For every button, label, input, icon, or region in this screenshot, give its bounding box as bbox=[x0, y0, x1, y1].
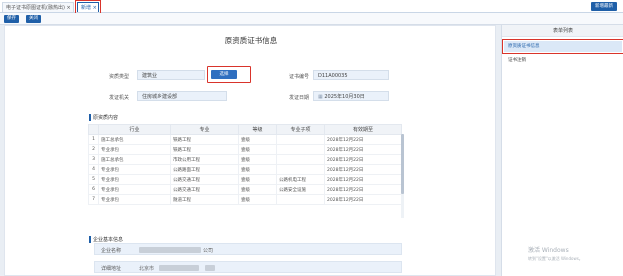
redacted-address bbox=[159, 265, 199, 271]
cell-valid-until: 2028年12月22日 bbox=[324, 184, 402, 195]
close-button[interactable]: 关闭 bbox=[26, 15, 41, 23]
row-index: 2 bbox=[88, 144, 99, 155]
row-index: 4 bbox=[88, 164, 99, 175]
table-row[interactable]: 4 专业承包 公路路面工程 壹级 2028年12月22日 bbox=[88, 164, 402, 175]
address-prefix: 北京市 bbox=[139, 266, 155, 272]
cell-subitem bbox=[276, 164, 325, 175]
cell-valid-until: 2028年12月22日 bbox=[324, 134, 402, 145]
cell-grade: 壹级 bbox=[238, 134, 277, 145]
row-index: 3 bbox=[88, 154, 99, 165]
col-specialty: 专业 bbox=[170, 124, 239, 135]
toolbar: 保存 关闭 bbox=[0, 13, 623, 25]
top-right-button[interactable]: 新增最新 bbox=[591, 2, 617, 11]
quals-section-title: 原资质内容 bbox=[89, 114, 118, 121]
col-industry: 行业 bbox=[98, 124, 171, 135]
cell-industry: 专业承包 bbox=[98, 174, 171, 185]
cell-specialty: 公路路面工程 bbox=[170, 164, 239, 175]
cell-specialty: 铁路工程 bbox=[170, 134, 239, 145]
issue-date-value: 2025年10月30日 bbox=[324, 94, 365, 100]
quals-table: 行业 专业 等级 专业子项 有效期至 1 施工总承包 铁路工程 壹级 2028年12月2… bbox=[88, 124, 402, 205]
tab-certificate[interactable]: 电子证书原图证机(融热出) × bbox=[2, 2, 74, 12]
cert-type-field[interactable]: 建筑业 bbox=[137, 70, 205, 80]
cell-subitem bbox=[276, 154, 325, 165]
address-label: 详细地址 bbox=[101, 266, 122, 272]
cell-subitem: 公路机电工程 bbox=[276, 174, 325, 185]
form-panel: 原资质证书信息 资质类型 建筑业 选择 证书编号 D11A00035 发证机关 … bbox=[4, 25, 496, 276]
row-index: 6 bbox=[88, 184, 99, 195]
col-grade: 等级 bbox=[238, 124, 277, 135]
cell-grade: 壹级 bbox=[238, 184, 277, 195]
col-subitem: 专业子项 bbox=[276, 124, 325, 135]
cert-no-field[interactable]: D11A00035 bbox=[313, 70, 389, 80]
cell-subitem bbox=[276, 134, 325, 145]
sidebar-title: 表单列表 bbox=[502, 25, 623, 37]
issuer-field[interactable]: 住房城乡建设部 bbox=[137, 91, 227, 101]
cell-subitem: 公路安全设施 bbox=[276, 184, 325, 195]
cell-subitem bbox=[276, 194, 325, 205]
select-button[interactable]: 选择 bbox=[211, 70, 237, 79]
col-index bbox=[88, 124, 99, 135]
table-row[interactable]: 2 专业承包 铁路工程 壹级 2028年12月22日 bbox=[88, 144, 402, 155]
cell-industry: 施工总承包 bbox=[98, 154, 171, 165]
cell-valid-until: 2028年12月22日 bbox=[324, 194, 402, 205]
cell-grade: 壹级 bbox=[238, 174, 277, 185]
redacted-address-2 bbox=[205, 265, 215, 271]
issue-date-field[interactable]: ▦ 2025年10月30日 bbox=[313, 91, 389, 101]
enterprise-name-label: 企业名称 bbox=[101, 248, 122, 254]
table-row[interactable]: 6 专业承包 公路交通工程 壹级 公路安全设施 2028年12月22日 bbox=[88, 184, 402, 195]
row-index: 1 bbox=[88, 134, 99, 145]
cell-valid-until: 2028年12月22日 bbox=[324, 174, 402, 185]
sidebar-item-original-cert[interactable]: 原资质证书信息 bbox=[502, 39, 623, 54]
issue-date-label: 发证日期 bbox=[289, 95, 310, 101]
row-index: 5 bbox=[88, 174, 99, 185]
cell-specialty: 公路交通工程 bbox=[170, 174, 239, 185]
cell-industry: 专业承包 bbox=[98, 164, 171, 175]
cell-specialty: 隧道工程 bbox=[170, 194, 239, 205]
cell-grade: 壹级 bbox=[238, 144, 277, 155]
sidebar-item-cert-cancel[interactable]: 证书注销 bbox=[504, 55, 622, 66]
table-row[interactable]: 1 施工总承包 铁路工程 壹级 2028年12月22日 bbox=[88, 134, 402, 145]
cell-industry: 专业承包 bbox=[98, 144, 171, 155]
cell-industry: 施工总承包 bbox=[98, 134, 171, 145]
address-row: 详细地址 北京市 bbox=[94, 261, 402, 273]
enterprise-name-suffix: 公司 bbox=[203, 248, 214, 254]
col-valid-until: 有效期至 bbox=[324, 124, 402, 135]
cell-valid-until: 2028年12月22日 bbox=[324, 144, 402, 155]
cell-grade: 壹级 bbox=[238, 164, 277, 175]
table-row[interactable]: 7 专业承包 隧道工程 壹级 2028年12月22日 bbox=[88, 194, 402, 205]
row-index: 7 bbox=[88, 194, 99, 205]
cell-grade: 壹级 bbox=[238, 194, 277, 205]
table-header-row: 行业 专业 等级 专业子项 有效期至 bbox=[88, 124, 402, 135]
cell-valid-until: 2028年12月22日 bbox=[324, 164, 402, 175]
cell-subitem bbox=[276, 144, 325, 155]
watermark-line1: 激活 Windows bbox=[528, 247, 569, 254]
cell-specialty: 铁路工程 bbox=[170, 144, 239, 155]
redacted-name bbox=[139, 247, 201, 253]
cell-industry: 专业承包 bbox=[98, 184, 171, 195]
cell-grade: 壹级 bbox=[238, 154, 277, 165]
cert-type-label: 资质类型 bbox=[109, 74, 130, 80]
table-row[interactable]: 3 施工总承包 市政公用工程 壹级 2028年12月22日 bbox=[88, 154, 402, 165]
cell-industry: 专业承包 bbox=[98, 194, 171, 205]
cell-specialty: 市政公用工程 bbox=[170, 154, 239, 165]
cell-valid-until: 2028年12月22日 bbox=[324, 154, 402, 165]
enterprise-section-title: 企业基本信息 bbox=[89, 236, 123, 243]
table-scrollbar[interactable] bbox=[401, 134, 404, 218]
page-title: 原资质证书信息 bbox=[224, 36, 278, 45]
scrollbar-thumb[interactable] bbox=[401, 134, 404, 194]
save-button[interactable]: 保存 bbox=[4, 15, 19, 23]
tab-bar: 电子证书原图证机(融热出) × 新增 × 新增最新 bbox=[0, 0, 623, 14]
enterprise-name-row: 企业名称 公司 bbox=[94, 243, 402, 255]
form-list-sidebar: 表单列表 原资质证书信息 证书注销 bbox=[501, 25, 623, 276]
issuer-label: 发证机关 bbox=[109, 95, 130, 101]
windows-watermark: 激活 Windows 转到"设置"以激活 Windows。 bbox=[528, 247, 583, 263]
table-row[interactable]: 5 专业承包 公路交通工程 壹级 公路机电工程 2028年12月22日 bbox=[88, 174, 402, 185]
tab-new[interactable]: 新增 × bbox=[75, 0, 101, 14]
watermark-line2: 转到"设置"以激活 Windows。 bbox=[528, 256, 583, 261]
cert-no-label: 证书编号 bbox=[289, 74, 310, 80]
cell-specialty: 公路交通工程 bbox=[170, 184, 239, 195]
